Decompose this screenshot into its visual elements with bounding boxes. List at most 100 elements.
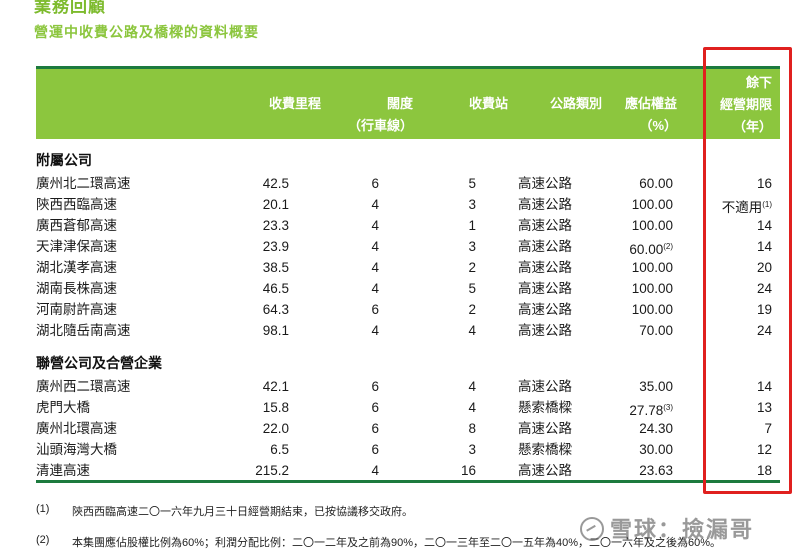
remaining-term-cell: 7 — [764, 418, 772, 439]
snowball-logo-icon — [580, 517, 604, 541]
lanes-cell: 6 — [371, 302, 379, 317]
table-row: 陝西西臨高速 20.1 4 3 高速公路 100.00 不適用(1) — [36, 194, 780, 215]
lanes-cell: 4 — [371, 239, 379, 254]
road-type-cell: 高速公路 — [518, 323, 572, 338]
length-cell: 215.2 — [255, 463, 289, 478]
interest-value: 60.00 — [629, 242, 664, 257]
road-type-cell: 高速公路 — [518, 463, 572, 478]
table-row: 汕頭海灣大橋 6.5 6 3 懸索橋樑 30.00 12 — [36, 439, 780, 460]
road-type-cell: 高速公路 — [518, 197, 572, 212]
lanes-cell: 4 — [371, 281, 379, 296]
table-header-band: 收費里程 闊度 （行車線） 收費站 公路類別 應佔權益 （%） 餘下 經營期限 … — [36, 69, 780, 139]
interest-value: 100.00 — [631, 197, 673, 212]
remaining-term-value: 不適用 — [721, 200, 763, 215]
remaining-term-value: 14 — [756, 239, 772, 254]
road-name-cell: 清連高速 — [36, 463, 90, 478]
remaining-term-value: 12 — [756, 442, 772, 457]
toll-stations-cell: 5 — [468, 281, 476, 296]
length-cell: 64.3 — [262, 302, 289, 317]
footnote-ref: (1) — [762, 200, 772, 209]
road-name-cell: 廣州北二環高速 — [36, 176, 131, 191]
note-1-number: (1) — [36, 503, 50, 515]
remaining-term-cell: 16 — [757, 173, 772, 194]
remaining-term-value: 14 — [756, 218, 772, 233]
interest-cell: 60.00 — [639, 173, 673, 194]
interest-cell: 24.30 — [639, 418, 673, 439]
remaining-term-cell: 12 — [757, 439, 772, 460]
interest-value: 100.00 — [631, 281, 673, 296]
road-name-cell: 廣州西二環高速 — [36, 379, 131, 394]
lanes-cell: 6 — [371, 421, 379, 436]
table-row: 虎門大橋 15.8 6 4 懸索橋樑 27.78(3) 13 — [36, 397, 780, 418]
lanes-cell: 4 — [371, 323, 379, 338]
lanes-cell: 6 — [371, 442, 379, 457]
remaining-term-cell: 20 — [757, 257, 772, 278]
toll-stations-cell: 8 — [468, 421, 476, 436]
note-2-number: (2) — [36, 534, 50, 546]
interest-value: 70.00 — [639, 323, 673, 338]
interest-value: 27.78 — [629, 403, 664, 418]
toll-stations-cell: 5 — [468, 176, 476, 191]
road-type-cell: 高速公路 — [518, 239, 572, 254]
toll-stations-cell: 4 — [468, 323, 476, 338]
remaining-term-value: 24 — [756, 323, 772, 338]
remaining-term-value: 18 — [756, 463, 772, 478]
page-heading: 業務回顧 — [34, 0, 106, 16]
header-interest: 應佔權益 （%） — [624, 96, 677, 133]
road-name-cell: 湖北漢孝高速 — [36, 260, 117, 275]
section-title: 附屬公司 — [36, 152, 92, 168]
road-name-cell: 廣州北環高速 — [36, 421, 117, 436]
table-row: 廣州西二環高速 42.1 6 4 高速公路 35.00 14 — [36, 376, 780, 397]
remaining-term-cell: 18 — [757, 460, 772, 481]
road-name-cell: 湖南長株高速 — [36, 281, 117, 296]
road-name-cell: 湖北隨岳南高速 — [36, 323, 131, 338]
footnote-ref: (2) — [663, 242, 673, 251]
road-type-cell: 懸索橋樑 — [518, 442, 572, 457]
interest-cell: 35.00 — [639, 376, 673, 397]
interest-value: 24.30 — [639, 421, 673, 436]
road-type-cell: 高速公路 — [518, 218, 572, 233]
road-type-cell: 高速公路 — [518, 260, 572, 275]
road-type-cell: 高速公路 — [518, 176, 572, 191]
road-type-cell: 高速公路 — [518, 421, 572, 436]
header-toll-stations: 收費站 — [468, 96, 508, 111]
interest-cell: 100.00 — [632, 278, 673, 299]
remaining-term-cell: 24 — [757, 320, 772, 341]
length-cell: 42.5 — [262, 176, 289, 191]
interest-value: 23.63 — [639, 463, 673, 478]
length-cell: 22.0 — [262, 421, 289, 436]
interest-cell: 100.00 — [632, 257, 673, 278]
lanes-cell: 4 — [371, 197, 379, 212]
header-road-type: 公路類別 — [549, 96, 602, 111]
remaining-term-cell: 24 — [757, 278, 772, 299]
length-cell: 23.9 — [262, 239, 289, 254]
lanes-cell: 6 — [371, 379, 379, 394]
length-cell: 15.8 — [262, 400, 289, 415]
remaining-term-value: 16 — [756, 176, 772, 191]
road-name-cell: 河南尉許高速 — [36, 302, 117, 317]
table-row: 湖南長株高速 46.5 4 5 高速公路 100.00 24 — [36, 278, 780, 299]
road-name-cell: 陝西西臨高速 — [36, 197, 117, 212]
footnote-ref: (3) — [663, 403, 673, 412]
road-name-cell: 虎門大橋 — [36, 400, 90, 415]
interest-cell: 100.00 — [632, 194, 673, 215]
toll-stations-cell: 3 — [468, 239, 476, 254]
table-row: 河南尉許高速 64.3 6 2 高速公路 100.00 19 — [36, 299, 780, 320]
road-type-cell: 高速公路 — [518, 281, 572, 296]
interest-value: 30.00 — [639, 442, 673, 457]
interest-value: 100.00 — [631, 302, 673, 317]
toll-stations-cell: 3 — [468, 197, 476, 212]
table-row: 廣西蒼郁高速 23.3 4 1 高速公路 100.00 14 — [36, 215, 780, 236]
header-length: 收費里程 — [268, 96, 321, 111]
road-type-cell: 高速公路 — [518, 379, 572, 394]
remaining-term-value: 24 — [756, 281, 772, 296]
toll-stations-cell: 4 — [468, 400, 476, 415]
table-row: 湖北隨岳南高速 98.1 4 4 高速公路 70.00 24 — [36, 320, 780, 341]
length-cell: 23.3 — [262, 218, 289, 233]
length-cell: 38.5 — [262, 260, 289, 275]
table-row: 廣州北環高速 22.0 6 8 高速公路 24.30 7 — [36, 418, 780, 439]
toll-stations-cell: 2 — [468, 302, 476, 317]
header-lanes: 闊度 （行車線） — [347, 96, 413, 133]
toll-stations-cell: 4 — [468, 379, 476, 394]
remaining-term-cell: 14 — [757, 215, 772, 236]
